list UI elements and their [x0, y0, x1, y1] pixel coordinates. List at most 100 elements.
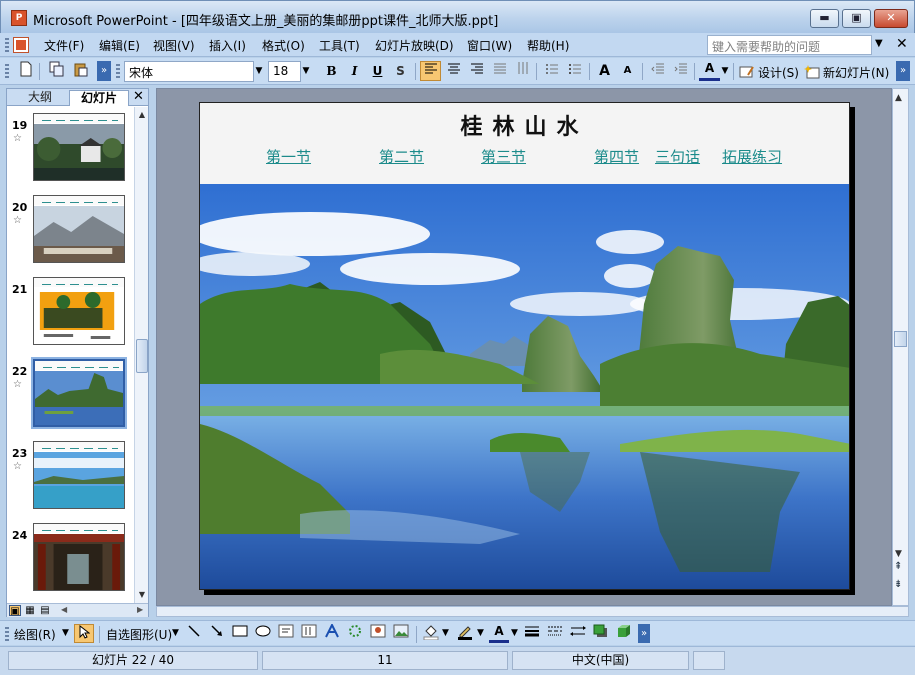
autoshapes-menu-arrow[interactable]: ▼ [172, 628, 179, 638]
scroll-down-arrow[interactable]: ▼ [136, 589, 148, 601]
line-style-button[interactable] [522, 624, 542, 643]
close-document-button[interactable]: ✕ [896, 36, 908, 52]
draw-menu-arrow[interactable]: ▼ [62, 628, 69, 638]
help-search-input[interactable]: 键入需要帮助的问题 [707, 35, 872, 55]
text-shadow-button[interactable]: S [390, 61, 411, 81]
slide-thumbnail-22[interactable]: 22 ☆ [7, 357, 134, 435]
paste-button[interactable] [70, 61, 91, 81]
toolbar-grip-handle[interactable] [116, 64, 120, 79]
line-tool-button[interactable] [184, 624, 204, 643]
link-section-1[interactable]: 第一节 [266, 146, 311, 167]
next-slide-button[interactable]: ⇟ [894, 579, 902, 590]
align-right-button[interactable] [466, 61, 487, 81]
link-three-sentences[interactable]: 三句话 [655, 146, 700, 167]
slide-thumbnail-20[interactable]: 20 ☆ [7, 195, 134, 271]
font-name-dropdown-arrow[interactable]: ▼ [253, 62, 265, 81]
scroll-up-arrow[interactable]: ▲ [895, 93, 902, 103]
menu-edit[interactable]: 编辑(E) [99, 37, 140, 54]
slide-thumbnail-24[interactable]: 24 [7, 523, 134, 599]
scroll-thumb[interactable] [894, 331, 907, 347]
vertical-text-button[interactable] [512, 61, 533, 81]
menu-slideshow[interactable]: 幻灯片放映(D) [375, 37, 454, 54]
arrow-tool-button[interactable] [207, 624, 227, 643]
font-color-button[interactable]: A [699, 61, 720, 81]
scroll-up-arrow[interactable]: ▲ [136, 109, 148, 121]
align-center-button[interactable] [443, 61, 464, 81]
maximize-button[interactable]: ▣ [842, 9, 871, 28]
line-color-dropdown-arrow[interactable]: ▼ [477, 628, 484, 638]
tab-slides[interactable]: 幻灯片 [69, 90, 129, 106]
new-document-button[interactable] [15, 61, 36, 81]
decrease-font-size-button[interactable]: A [617, 61, 638, 81]
line-color-button[interactable] [455, 624, 475, 643]
bullets-button[interactable] [564, 61, 585, 81]
close-pane-button[interactable]: ✕ [133, 89, 144, 104]
guilin-landscape-photo[interactable] [200, 184, 850, 590]
scroll-left-arrow[interactable]: ◀ [61, 605, 67, 614]
normal-view-button[interactable]: ▣ [9, 605, 21, 617]
scroll-thumb[interactable] [136, 339, 148, 373]
align-left-button[interactable] [420, 61, 441, 81]
current-slide[interactable]: 桂林山水 第一节 第二节 第三节 第四节 三句话 拓展练习 [199, 102, 850, 590]
autoshapes-menu-button[interactable]: 自选图形(U) [106, 626, 172, 643]
increase-indent-button[interactable] [670, 61, 691, 81]
design-button[interactable]: 设计(S) [758, 64, 799, 81]
scroll-right-arrow[interactable]: ▶ [137, 605, 143, 614]
diagram-button[interactable] [345, 624, 365, 643]
toolbar-overflow-button[interactable]: » [896, 61, 910, 81]
slideshow-view-button[interactable]: ▤ [39, 605, 51, 616]
vertical-textbox-tool-button[interactable] [299, 624, 319, 643]
menu-window[interactable]: 窗口(W) [467, 37, 512, 54]
underline-button[interactable]: U [367, 61, 388, 81]
arrow-style-button[interactable] [568, 624, 588, 643]
slides-pane-scrollbar[interactable]: ▲ ▼ [134, 107, 148, 603]
fill-color-dropdown-arrow[interactable]: ▼ [442, 628, 449, 638]
font-size-select[interactable]: 18 [268, 61, 301, 82]
numbering-button[interactable] [541, 61, 562, 81]
menu-insert[interactable]: 插入(I) [209, 37, 246, 54]
slide-thumbnail-23[interactable]: 23 ☆ [7, 441, 134, 517]
slide-area-scrollbar[interactable]: ▲ ▼ ⇞ ⇟ [892, 88, 909, 606]
notes-pane-splitter[interactable] [156, 606, 909, 617]
font-size-dropdown-arrow[interactable]: ▼ [300, 62, 312, 81]
powerpoint-app-icon[interactable]: P [11, 10, 27, 26]
dash-style-button[interactable] [545, 624, 565, 643]
shadow-style-button[interactable] [591, 624, 611, 643]
italic-button[interactable]: I [344, 61, 365, 81]
slide-thumbnail-21[interactable]: 21 [7, 277, 134, 353]
3d-style-button[interactable] [614, 624, 634, 643]
font-color-dropdown-arrow[interactable]: ▼ [719, 62, 731, 81]
toolbar-grip-handle[interactable] [5, 627, 9, 642]
previous-slide-button[interactable]: ⇞ [894, 561, 902, 572]
tab-outline[interactable]: 大纲 [15, 90, 65, 106]
slide-title[interactable]: 桂林山水 [200, 109, 849, 141]
menu-grip-handle[interactable] [5, 38, 9, 52]
copy-button[interactable] [46, 61, 67, 81]
increase-font-size-button[interactable]: A [594, 61, 615, 81]
document-icon[interactable] [13, 37, 29, 53]
slide-thumbnail-19[interactable]: 19 ☆ [7, 113, 134, 189]
link-section-3[interactable]: 第三节 [481, 146, 526, 167]
bold-button[interactable]: B [321, 61, 342, 81]
font-color-button[interactable]: A [489, 624, 509, 643]
select-objects-button[interactable] [74, 624, 94, 643]
minimize-button[interactable]: ▬ [810, 9, 839, 28]
clip-art-button[interactable] [368, 624, 388, 643]
link-extension-exercise[interactable]: 拓展练习 [722, 146, 782, 167]
menu-help[interactable]: 帮助(H) [527, 37, 569, 54]
font-name-select[interactable]: 宋体 [124, 61, 254, 82]
close-window-button[interactable]: ✕ [874, 9, 908, 28]
link-section-2[interactable]: 第二节 [379, 146, 424, 167]
link-section-4[interactable]: 第四节 [594, 146, 639, 167]
wordart-button[interactable] [322, 622, 342, 643]
rectangle-tool-button[interactable] [230, 624, 250, 643]
help-dropdown-arrow[interactable]: ▼ [875, 38, 883, 49]
new-slide-button[interactable]: 新幻灯片(N) [823, 64, 889, 81]
oval-tool-button[interactable] [253, 624, 273, 643]
toolbar-options-button[interactable]: » [97, 61, 111, 81]
toolbar-grip-handle[interactable] [5, 64, 9, 79]
menu-tools[interactable]: 工具(T) [319, 37, 360, 54]
insert-picture-button[interactable] [391, 624, 411, 643]
font-color-dropdown-arrow[interactable]: ▼ [511, 628, 518, 638]
draw-menu-button[interactable]: 绘图(R) [14, 626, 56, 643]
